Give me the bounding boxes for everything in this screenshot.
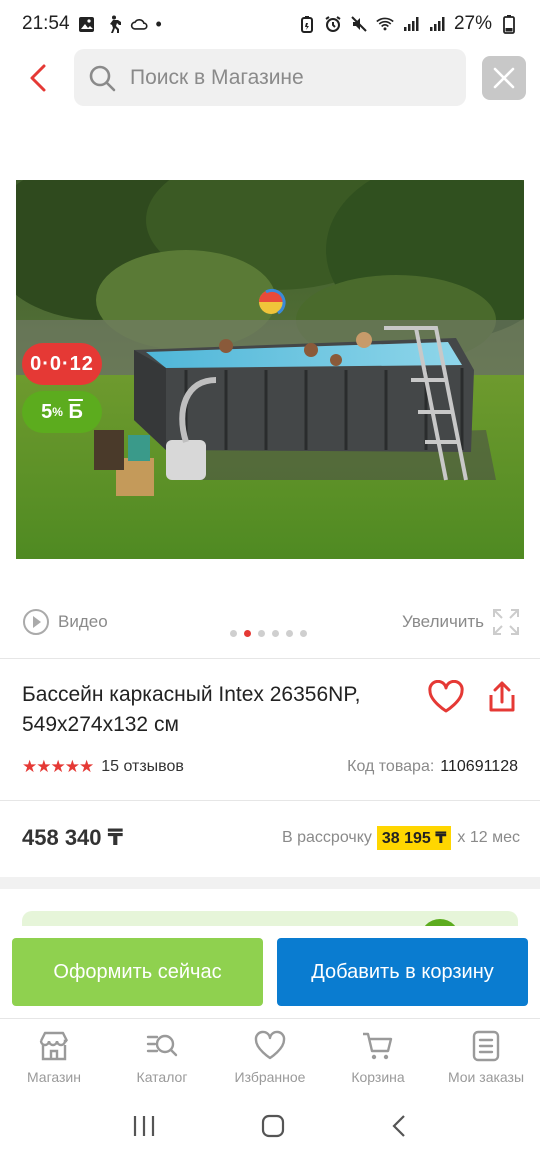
tab-store[interactable]: Магазин [0,1019,108,1094]
pagination-dot[interactable] [230,630,237,637]
tab-catalog-label: Каталог [136,1069,188,1085]
battery-icon [500,15,518,34]
share-button[interactable] [482,678,522,716]
walking-notification-icon [104,15,122,33]
status-bar: 21:54 • 27% [0,0,540,48]
search-field[interactable] [74,49,466,106]
orders-icon [472,1030,500,1062]
wifi-icon [376,15,394,33]
product-price: 458 340 ₸ [22,825,123,850]
signal-1-icon [402,15,420,33]
bonus-percent: 5 [41,400,53,423]
heart-icon [428,680,464,713]
tab-cart-label: Корзина [351,1069,405,1085]
zoom-label: Увеличить [402,612,484,631]
search-input[interactable] [130,65,430,90]
mute-icon [350,15,368,33]
reviews-link[interactable]: 15 отзывов [101,758,184,776]
action-bar: Оформить сейчас Добавить в корзину [0,926,540,1018]
tab-favorites-label: Избранное [234,1069,306,1085]
tab-catalog[interactable]: Каталог [108,1019,216,1094]
tab-cart[interactable]: Корзина [324,1019,432,1094]
checkout-now-button[interactable]: Оформить сейчас [12,938,263,1006]
bottom-tab-bar: Магазин Каталог Избранное Корзина Мои за… [0,1018,540,1094]
system-back-icon[interactable] [389,1113,409,1139]
pagination-dot[interactable] [300,630,307,637]
close-icon [493,67,515,89]
product-code-label: Код товара: [347,758,435,775]
video-button[interactable]: Видео [22,608,108,636]
tab-orders[interactable]: Мои заказы [432,1019,540,1094]
bonus-badge: 5% Б [22,391,102,433]
divider [0,800,540,801]
rating-stars[interactable]: ★★★★★ [22,757,94,777]
pagination-dot-active[interactable] [244,630,251,637]
rating-row: ★★★★★ 15 отзывов Код товара: 110691128 [22,756,518,778]
heart-icon [254,1030,286,1060]
zoom-button[interactable]: Увеличить [402,608,520,636]
bonus-letter: Б [68,400,83,423]
price-row: 458 340 ₸ В рассрочку 38 195 ₸ х 12 мес [22,822,520,854]
pagination-dot[interactable] [286,630,293,637]
tab-favorites[interactable]: Избранное [216,1019,324,1094]
product-code-value: 110691128 [440,758,518,775]
home-icon[interactable] [260,1113,286,1139]
search-icon [89,65,116,91]
battery-percent: 27% [453,13,492,34]
installment-label: В рассрочку [282,829,372,846]
section-divider [0,877,540,889]
pagination-dot[interactable] [258,630,265,637]
installment-badge: 0·0·12 [22,343,102,385]
store-icon [39,1031,69,1061]
media-controls: Видео Увеличить [0,602,540,642]
close-button[interactable] [482,56,526,100]
play-icon [23,609,49,635]
gallery-notification-icon [78,15,96,33]
pagination-dot[interactable] [272,630,279,637]
tab-orders-label: Мои заказы [447,1069,525,1085]
more-notifications-dot: • [155,13,162,34]
status-time: 21:54 [22,13,70,34]
recent-apps-icon[interactable] [131,1114,157,1138]
back-button[interactable] [20,60,56,96]
video-label: Видео [58,612,108,631]
add-to-cart-button[interactable]: Добавить в корзину [277,938,528,1006]
installment-amount: 38 195 ₸ [376,826,452,850]
battery-saver-icon [298,15,316,33]
expand-icon [493,609,519,635]
search-header [0,48,540,108]
bonus-percent-sign: % [52,405,63,419]
image-pagination [230,630,307,637]
divider [0,658,540,659]
cloud-notification-icon [130,15,148,33]
favorite-button[interactable] [426,678,466,716]
system-nav-bar [0,1094,540,1158]
signal-2-icon [428,15,446,33]
tab-store-label: Магазин [26,1069,81,1085]
alarm-icon [324,15,342,33]
share-icon [489,681,515,712]
installment-term: х 12 мес [457,829,520,846]
catalog-search-icon [146,1034,178,1057]
product-title: Бассейн каркасный Intex 26356NP, 549x274… [22,683,361,736]
cart-icon [363,1032,393,1060]
back-arrow-icon [30,64,46,92]
